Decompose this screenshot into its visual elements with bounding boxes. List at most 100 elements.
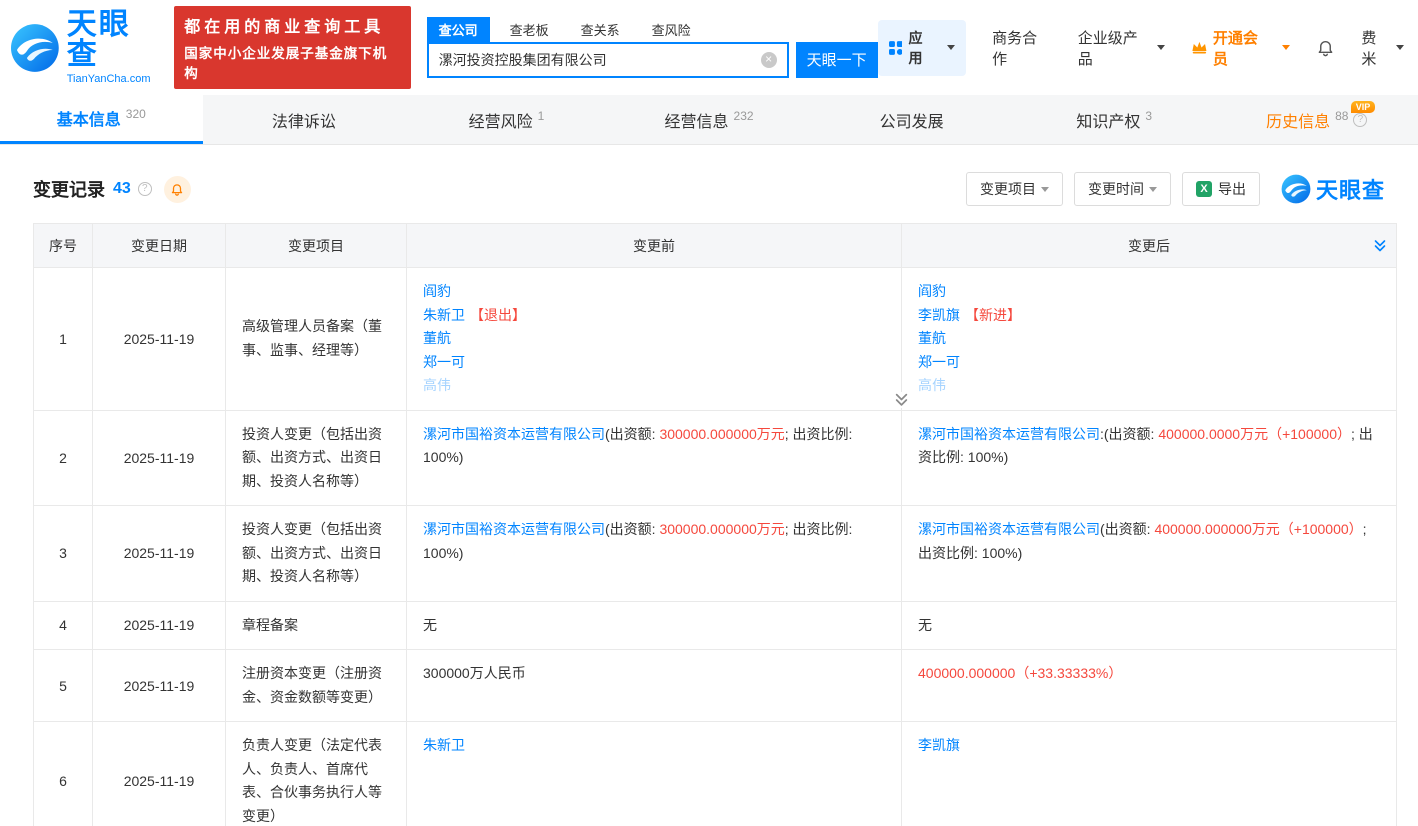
- collapse-all-icon[interactable]: [1374, 239, 1386, 252]
- header-right-nav: 应用 商务合作 企业级产品 开通会员 费米: [878, 20, 1404, 76]
- chevron-down-icon: [1282, 45, 1290, 50]
- apps-menu[interactable]: 应用: [878, 20, 967, 76]
- change-item-cell: 投资人变更（包括出资额、出资方式、出资日期、投资人名称等）: [226, 410, 407, 506]
- header-index: 序号: [34, 224, 93, 268]
- table-row: 32025-11-19投资人变更（包括出资额、出资方式、出资日期、投资人名称等）…: [34, 506, 1397, 602]
- row-index-cell: 6: [34, 722, 93, 826]
- filter-change-item-label: 变更项目: [980, 179, 1036, 199]
- export-button[interactable]: X 导出: [1182, 172, 1260, 206]
- banner-line1: 都在用的商业查询工具: [184, 13, 400, 37]
- entity-link[interactable]: 高伟: [423, 377, 451, 393]
- entity-link[interactable]: 漯河市国裕资本运营有限公司: [423, 521, 605, 537]
- change-before-cell: 无: [407, 601, 902, 650]
- search-area: 查公司查老板查关系查风险 × 天眼一下: [427, 18, 878, 78]
- main-tab[interactable]: 知识产权 3: [1013, 95, 1216, 144]
- apps-label: 应用: [908, 28, 936, 68]
- main-tab-label: 法律诉讼: [272, 108, 336, 132]
- main-tab-count: 3: [1145, 109, 1152, 123]
- top-header: 天眼查 TianYanCha.com 都在用的商业查询工具 国家中小企业发展子基…: [0, 0, 1418, 95]
- name-line: 阎豹: [918, 280, 1380, 304]
- main-tab[interactable]: 历史信息88?VIP: [1215, 95, 1418, 144]
- clear-search-icon[interactable]: ×: [761, 52, 777, 68]
- entity-link[interactable]: 董航: [423, 330, 451, 346]
- entity-link[interactable]: 漯河市国裕资本运营有限公司: [918, 426, 1100, 442]
- section-actions: 变更项目 变更时间 X 导出 天眼查: [966, 172, 1385, 206]
- table-row: 22025-11-19投资人变更（包括出资额、出资方式、出资日期、投资人名称等）…: [34, 410, 1397, 506]
- help-icon[interactable]: ?: [1353, 113, 1367, 127]
- enterprise-product-menu[interactable]: 企业级产品: [1078, 27, 1165, 69]
- entity-link[interactable]: 阎豹: [423, 283, 451, 299]
- text-segment: 无: [918, 617, 932, 633]
- main-tab-label: 历史信息: [1266, 108, 1330, 132]
- change-item-cell: 投资人变更（包括出资额、出资方式、出资日期、投资人名称等）: [226, 506, 407, 602]
- vip-label: 开通会员: [1213, 27, 1272, 69]
- entity-link[interactable]: 董航: [918, 330, 946, 346]
- text-segment: :(出资额:: [1100, 426, 1158, 442]
- search-tab[interactable]: 查老板: [498, 17, 561, 42]
- text-segment: 400000.0000万元（+100000）: [1158, 426, 1351, 442]
- search-tab[interactable]: 查公司: [427, 17, 490, 42]
- chevron-down-icon: [1041, 187, 1049, 192]
- entity-link[interactable]: 郑一可: [423, 354, 465, 370]
- main-tab[interactable]: 经营风险 1: [405, 95, 608, 144]
- expand-more-icon[interactable]: [893, 392, 910, 408]
- user-menu[interactable]: 费米: [1361, 27, 1404, 69]
- business-coop-label: 商务合作: [992, 27, 1052, 69]
- entity-link[interactable]: 朱新卫: [423, 307, 465, 323]
- business-coop-link[interactable]: 商务合作: [992, 27, 1052, 69]
- change-after-cell: 李凯旗: [902, 722, 1397, 826]
- main-tab[interactable]: 公司发展: [810, 95, 1013, 144]
- change-records-table: 序号 变更日期 变更项目 变更前 变更后 12025-11-19高级管理人员备案…: [33, 223, 1397, 826]
- export-label: 导出: [1218, 179, 1246, 199]
- search-tab[interactable]: 查关系: [569, 17, 632, 42]
- change-before-cell: 阎豹朱新卫【退出】董航郑一可高伟: [407, 268, 902, 411]
- search-tab[interactable]: 查风险: [640, 17, 703, 42]
- main-tab[interactable]: 经营信息232: [608, 95, 811, 144]
- row-index-cell: 1: [34, 268, 93, 411]
- main-tab[interactable]: 法律诉讼: [203, 95, 406, 144]
- search-button[interactable]: 天眼一下: [796, 42, 878, 78]
- user-name: 费米: [1361, 27, 1391, 69]
- name-line: 高伟: [423, 374, 885, 398]
- entity-link[interactable]: 漯河市国裕资本运营有限公司: [423, 426, 605, 442]
- main-tab-count: 1: [538, 109, 545, 123]
- entity-link[interactable]: 李凯旗: [918, 737, 960, 753]
- change-date-cell: 2025-11-19: [93, 410, 226, 506]
- text-segment: (出资额:: [605, 521, 659, 537]
- enterprise-product-label: 企业级产品: [1078, 27, 1152, 69]
- entity-link[interactable]: 朱新卫: [423, 737, 465, 753]
- entity-link[interactable]: 李凯旗: [918, 307, 960, 323]
- entity-link[interactable]: 高伟: [918, 377, 946, 393]
- filter-change-item-dropdown[interactable]: 变更项目: [966, 172, 1063, 206]
- text-segment: 400000.000000（+33.33333%）: [918, 665, 1122, 681]
- main-tab-label: 公司发展: [880, 108, 944, 132]
- record-count: 43: [113, 180, 131, 198]
- name-line: 朱新卫【退出】: [423, 304, 885, 328]
- entity-link[interactable]: 阎豹: [918, 283, 946, 299]
- logo-domain: TianYanCha.com: [67, 73, 162, 85]
- subscribe-bell-icon[interactable]: [164, 176, 191, 203]
- vip-upgrade-link[interactable]: 开通会员: [1191, 27, 1290, 69]
- text-segment: 【退出】: [470, 307, 526, 323]
- change-before-cell: 漯河市国裕资本运营有限公司(出资额: 300000.000000万元; 出资比例…: [407, 506, 902, 602]
- vip-badge: VIP: [1351, 101, 1376, 113]
- entity-link[interactable]: 漯河市国裕资本运营有限公司: [918, 521, 1100, 537]
- change-date-cell: 2025-11-19: [93, 506, 226, 602]
- main-tab-label: 经营风险: [469, 108, 533, 132]
- tianyancha-logo[interactable]: 天眼查 TianYanCha.com: [10, 10, 162, 85]
- help-icon[interactable]: ?: [138, 182, 152, 196]
- filter-change-time-dropdown[interactable]: 变更时间: [1074, 172, 1171, 206]
- main-tab[interactable]: 基本信息320: [0, 95, 203, 144]
- search-box[interactable]: ×: [427, 42, 789, 78]
- name-line: 高伟: [918, 374, 1380, 398]
- entity-link[interactable]: 郑一可: [918, 354, 960, 370]
- notification-bell-icon[interactable]: [1316, 38, 1335, 58]
- table-row: 62025-11-19负责人变更（法定代表人、负责人、首席代表、合伙事务执行人等…: [34, 722, 1397, 826]
- chevron-down-icon: [1396, 45, 1404, 50]
- main-tab-label: 知识产权: [1076, 108, 1140, 132]
- text-segment: 300000.000000万元: [659, 521, 784, 537]
- change-date-cell: 2025-11-19: [93, 268, 226, 411]
- search-input[interactable]: [439, 52, 761, 68]
- header-date: 变更日期: [93, 224, 226, 268]
- promo-banner: 都在用的商业查询工具 国家中小企业发展子基金旗下机构: [174, 6, 410, 89]
